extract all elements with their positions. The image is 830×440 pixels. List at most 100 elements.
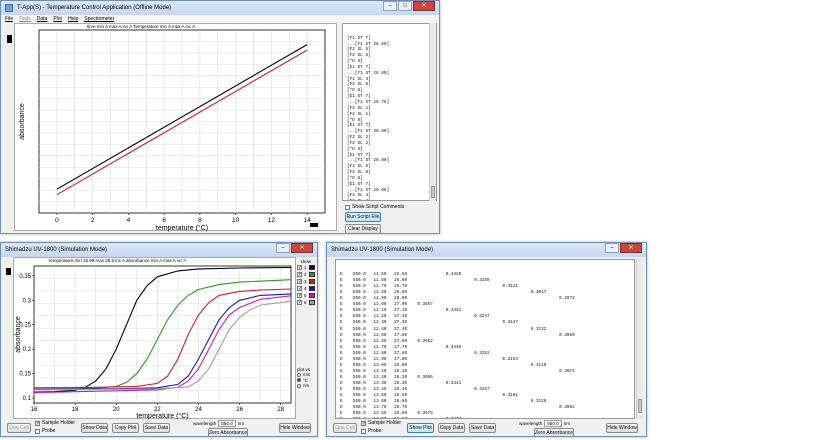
wavelength-input[interactable]: 550.0 xyxy=(218,420,236,427)
plot-vs-nm[interactable]: nm xyxy=(297,383,310,389)
legend-label: 3 xyxy=(304,279,307,284)
y-axis-label: absorbance xyxy=(19,103,26,140)
legend-swatch xyxy=(308,279,315,284)
legend-item-2[interactable]: ✓ 2 xyxy=(297,271,315,278)
x-tick-label: 6 xyxy=(162,217,166,224)
legend-label: 2 xyxy=(304,272,307,277)
legend-checkbox[interactable]: ✓ xyxy=(297,272,302,278)
legend-checkbox[interactable]: ✓ xyxy=(297,300,302,306)
tapp-titlebar[interactable]: T-App(S) - Temperature Control Applicati… xyxy=(1,1,439,15)
x-axis-label: temperature (°C) xyxy=(136,412,188,420)
show-comments-label: Show Script Comments xyxy=(352,204,405,210)
data-window-titlebar[interactable]: Shimadzu UV-1800 (Simulation Mode) ‒ ✕ xyxy=(327,243,646,257)
wavelength-input[interactable]: 550.0 xyxy=(544,420,562,427)
sample-holder-checkbox[interactable]: ✓ Sample Holder xyxy=(361,420,401,426)
show-script-comments[interactable]: Show Script Comments xyxy=(345,204,404,210)
wavelength-field: wavelength 550.0 nm xyxy=(519,420,571,427)
legend-swatch xyxy=(308,293,315,298)
tapp-title: T-App(S) - Temperature Control Applicati… xyxy=(17,5,172,11)
legend-swatch xyxy=(308,272,315,277)
show-data-button[interactable]: Show Data xyxy=(81,423,108,433)
close-icon[interactable]: ✕ xyxy=(620,243,642,253)
shimadzu-plot-window: Shimadzu UV-1800 (Simulation Mode) ‒ ✕ t… xyxy=(0,242,318,437)
legend-item-3[interactable]: ✓ 3 xyxy=(297,278,315,285)
plot-vs-min[interactable]: min xyxy=(297,372,310,378)
x-tick-label: 10 xyxy=(232,217,240,224)
plot-vs-label: plot vs xyxy=(297,367,311,372)
minimize-icon[interactable]: ‒ xyxy=(383,1,397,11)
script-scrollbar[interactable] xyxy=(429,23,436,201)
copy-data-button[interactable]: Copy Data xyxy=(438,423,465,433)
plot-window-title: Shimadzu UV-1800 (Simulation Mode) xyxy=(5,247,108,253)
legend-swatch xyxy=(308,300,315,305)
show-plot-button[interactable]: Show Plot xyxy=(407,423,434,433)
x-tick-label: 24 xyxy=(195,407,202,413)
y-axis-label: absorbance xyxy=(15,316,22,353)
plot-area xyxy=(33,265,292,404)
probe-checkbox[interactable]: Probe xyxy=(361,428,381,434)
minimize-icon[interactable]: ‒ xyxy=(276,243,290,253)
y-tick-label: 0.2 xyxy=(23,347,32,353)
legend-checkbox[interactable]: ✓ xyxy=(297,279,302,285)
x-tick-label: 12 xyxy=(268,217,276,224)
script-line: [F2 SL 4] xyxy=(347,199,436,200)
hide-window-button[interactable]: Hide Window xyxy=(279,423,311,433)
data-lines: E 550.0 11.50 26.50 0.3425 E 550.0 11.60 … xyxy=(340,272,634,418)
hide-window-button[interactable]: Hide Window xyxy=(606,423,638,433)
x-tick-label: 8 xyxy=(198,217,202,224)
x-tick-label: 16 xyxy=(31,407,38,413)
legend-label: 4 xyxy=(304,286,307,291)
zero-absorbance-button[interactable]: Zero Absorbance xyxy=(208,428,248,436)
legend-swatch xyxy=(308,265,315,270)
probe-checkbox[interactable]: Probe xyxy=(35,428,55,434)
one-cell-button[interactable]: One Cell xyxy=(333,423,357,433)
wavelength-field: wavelength 550.0 nm xyxy=(193,420,245,427)
y-tick-label: 0.35 xyxy=(19,274,31,280)
data-table: E 550.0 11.50 26.50 0.3425 E 550.0 11.60 … xyxy=(335,259,635,419)
data-scrollbar[interactable] xyxy=(636,259,643,419)
script-output: [F1 ST 7] ...[F1 ST 28.50] [F2 SL 5] [F2 SL… xyxy=(342,23,437,201)
legend-item-5[interactable]: ✓ 5 xyxy=(297,292,315,299)
plot-window-titlebar[interactable]: Shimadzu UV-1800 (Simulation Mode) ‒ ✕ xyxy=(1,243,317,257)
x-axis-label: temperature (°C) xyxy=(156,224,208,232)
y-tick-label: 0.15 xyxy=(19,372,31,378)
tapp-chart: 0 2 4 6 8 10 12 14temperature (°C)absorbance xyxy=(19,29,326,232)
shimadzu-data-window: Shimadzu UV-1800 (Simulation Mode) ‒ ✕ E… xyxy=(326,242,647,437)
zero-absorbance-button[interactable]: Zero Absorbance xyxy=(534,428,574,436)
maximize-icon[interactable]: □ xyxy=(398,1,412,11)
series-legend: show ✓ 1 ✓ 2 ✓ 3 ✓ 4 ✓ 5 ✓ 6 xyxy=(297,259,315,306)
legend-label: 5 xyxy=(304,293,307,298)
x-tick-label: 2 xyxy=(91,217,95,224)
legend-label: 6 xyxy=(304,300,307,305)
one-cell-button[interactable]: One Cell xyxy=(7,423,31,433)
x-tick-label: 26 xyxy=(236,407,243,413)
legend-item-4[interactable]: ✓ 4 xyxy=(297,285,315,292)
legend-item-1[interactable]: ✓ 1 xyxy=(297,264,315,271)
legend-label: 1 xyxy=(304,265,307,270)
y-tick-label: 0.3 xyxy=(23,298,32,304)
plot-vs-group: plot vs min °C nm xyxy=(297,367,310,389)
save-data-button[interactable]: Save Data xyxy=(143,423,170,433)
legend-checkbox[interactable]: ✓ xyxy=(297,286,302,292)
x-tick-label: 18 xyxy=(72,407,79,413)
left-marker xyxy=(6,268,11,275)
close-icon[interactable]: ✕ xyxy=(413,1,435,11)
right-marker xyxy=(310,223,318,227)
legend-item-6[interactable]: ✓ 6 xyxy=(297,299,315,306)
legend-checkbox[interactable]: ✓ xyxy=(297,293,302,299)
menu-file[interactable]: File xyxy=(5,15,13,24)
clear-display-button[interactable]: Clear Display xyxy=(345,224,381,233)
legend-swatch xyxy=(308,286,315,291)
save-data-button[interactable]: Save Data xyxy=(469,423,496,433)
minimize-icon[interactable]: ‒ xyxy=(605,243,619,253)
run-script-file-button[interactable]: Run Script File xyxy=(345,212,381,222)
left-marker xyxy=(7,35,12,43)
copy-plot-button[interactable]: Copy Plot xyxy=(112,423,139,433)
close-icon[interactable]: ✕ xyxy=(291,243,313,253)
sample-holder-checkbox[interactable]: ✓ Sample Holder xyxy=(35,420,75,426)
show-comments-checkbox[interactable] xyxy=(345,204,350,210)
absorbance-plot-panel: temperature min 15.99 max 28.5 inc A abs… xyxy=(13,257,296,420)
app-icon xyxy=(5,4,13,12)
legend-checkbox[interactable]: ✓ xyxy=(297,265,302,271)
x-tick-label: 4 xyxy=(127,217,131,224)
